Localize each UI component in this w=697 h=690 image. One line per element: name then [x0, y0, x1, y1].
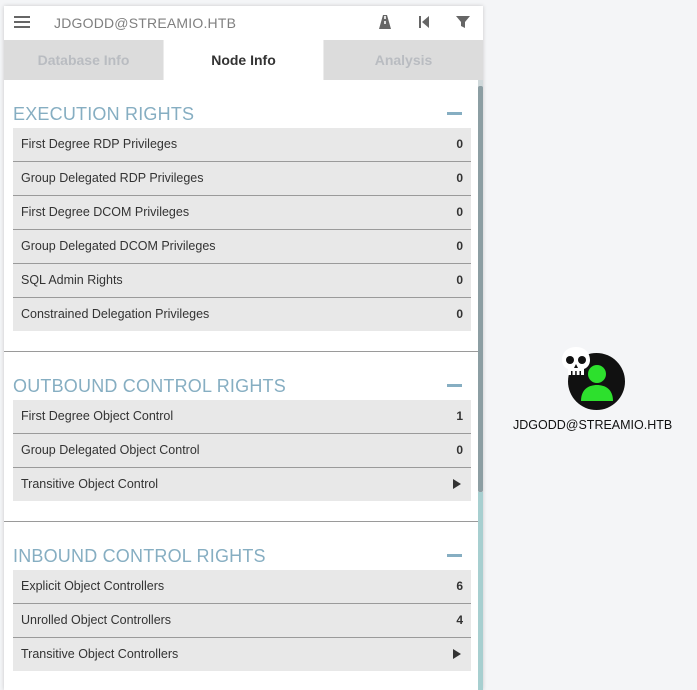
row-count: 0 — [456, 239, 463, 253]
row-label: Group Delegated DCOM Privileges — [21, 239, 216, 253]
row-count: 6 — [456, 579, 463, 593]
list-item[interactable]: First Degree Object Control 1 — [13, 400, 471, 434]
outbound-control-rights-section: OUTBOUND CONTROL RIGHTS First Degree Obj… — [4, 352, 478, 522]
row-label: Group Delegated Object Control — [21, 443, 200, 457]
row-count: 0 — [456, 171, 463, 185]
scroll-thumb[interactable] — [478, 86, 483, 492]
row-label: Unrolled Object Controllers — [21, 613, 172, 627]
tab-database-info[interactable]: Database Info — [4, 40, 163, 80]
list-item[interactable]: Unrolled Object Controllers 4 — [13, 604, 471, 638]
tab-bar: Database Info Node Info Analysis — [4, 40, 483, 80]
collapse-icon[interactable] — [447, 112, 462, 115]
section-title[interactable]: OUTBOUND CONTROL RIGHTS — [13, 376, 286, 397]
search-bar: JDGODD@STREAMIO.HTB — [4, 6, 483, 40]
node-info-content: EXECUTION RIGHTS First Degree RDP Privil… — [4, 80, 478, 690]
list-item[interactable]: Constrained Delegation Privileges 0 — [13, 298, 471, 331]
inbound-control-rights-section: INBOUND CONTROL RIGHTS Explicit Object C… — [4, 522, 478, 671]
row-label: Constrained Delegation Privileges — [21, 307, 210, 321]
row-count: 0 — [456, 443, 463, 457]
menu-icon[interactable] — [14, 14, 30, 30]
pathfinding-icon[interactable] — [376, 13, 394, 31]
tab-analysis[interactable]: Analysis — [323, 40, 483, 80]
tab-node-info[interactable]: Node Info — [163, 40, 323, 80]
list-item[interactable]: First Degree DCOM Privileges 0 — [13, 196, 471, 230]
scroll-track — [478, 492, 483, 690]
play-arrow-icon[interactable] — [453, 649, 461, 659]
filter-icon[interactable] — [454, 13, 472, 31]
section-title[interactable]: INBOUND CONTROL RIGHTS — [13, 546, 266, 567]
row-label: First Degree Object Control — [21, 409, 174, 423]
row-label: Group Delegated RDP Privileges — [21, 171, 204, 185]
row-count: 0 — [456, 137, 463, 151]
skull-icon — [562, 347, 590, 375]
list-item[interactable]: First Degree RDP Privileges 0 — [13, 128, 471, 162]
scrollbar[interactable] — [478, 80, 483, 690]
row-count: 0 — [456, 273, 463, 287]
row-count: 0 — [456, 307, 463, 321]
list-item[interactable]: Group Delegated Object Control 0 — [13, 434, 471, 468]
collapse-icon[interactable] — [447, 384, 462, 387]
list-item[interactable]: Group Delegated DCOM Privileges 0 — [13, 230, 471, 264]
list-item[interactable]: Transitive Object Control — [13, 468, 471, 501]
back-icon[interactable] — [415, 13, 433, 31]
node-info-panel: JDGODD@STREAMIO.HTB Database Info Node I… — [4, 6, 483, 690]
row-label: Transitive Object Control — [21, 477, 159, 491]
row-count: 1 — [456, 409, 463, 423]
row-count: 4 — [456, 613, 463, 627]
list-item[interactable]: SQL Admin Rights 0 — [13, 264, 471, 298]
search-input[interactable]: JDGODD@STREAMIO.HTB — [54, 15, 236, 31]
row-label: Transitive Object Controllers — [21, 647, 179, 661]
play-arrow-icon[interactable] — [453, 479, 461, 489]
row-label: First Degree DCOM Privileges — [21, 205, 190, 219]
row-label: First Degree RDP Privileges — [21, 137, 178, 151]
list-item[interactable]: Transitive Object Controllers — [13, 638, 471, 671]
row-label: Explicit Object Controllers — [21, 579, 165, 593]
execution-rights-section: EXECUTION RIGHTS First Degree RDP Privil… — [4, 80, 478, 352]
collapse-icon[interactable] — [447, 554, 462, 557]
list-item[interactable]: Group Delegated RDP Privileges 0 — [13, 162, 471, 196]
list-item[interactable]: Explicit Object Controllers 6 — [13, 570, 471, 604]
row-count: 0 — [456, 205, 463, 219]
row-label: SQL Admin Rights — [21, 273, 123, 287]
graph-node[interactable]: JDGODD@STREAMIO.HTB — [513, 345, 683, 440]
node-label: JDGODD@STREAMIO.HTB — [513, 418, 673, 432]
section-title[interactable]: EXECUTION RIGHTS — [13, 104, 194, 125]
